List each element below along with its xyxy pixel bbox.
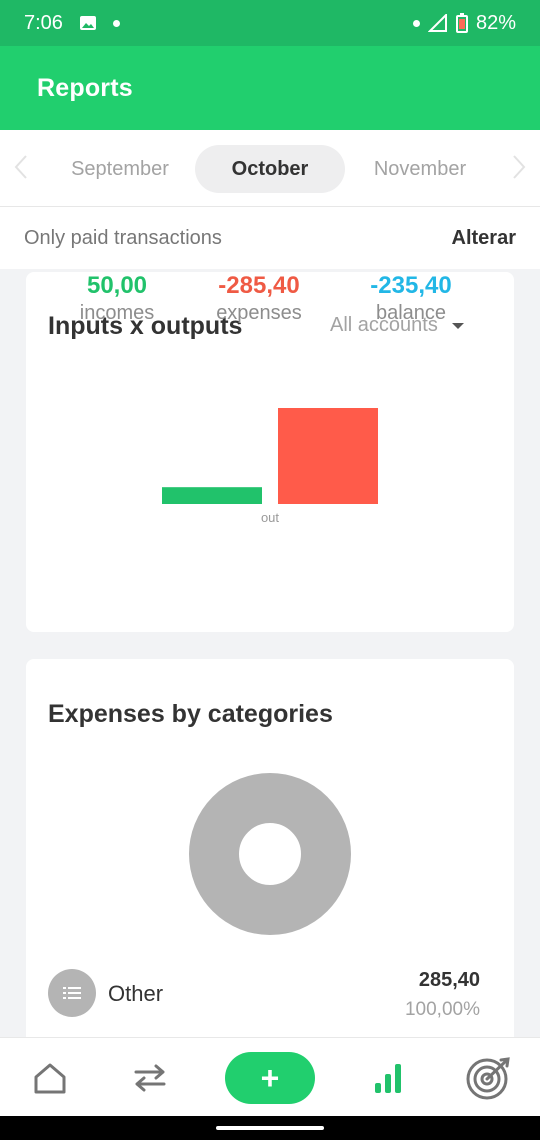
- signal-icon: [427, 14, 447, 32]
- add-transaction-button[interactable]: +: [225, 1052, 315, 1104]
- transfer-icon: [134, 1064, 166, 1091]
- status-time: 7:06: [24, 11, 63, 34]
- expenses-categories-title: Expenses by categories: [48, 700, 333, 728]
- reports-icon: [375, 1063, 401, 1093]
- filter-label: Only paid transactions: [24, 226, 222, 249]
- bar-incomes: [162, 487, 262, 504]
- battery-percent: 82%: [475, 11, 516, 34]
- category-value: 285,40: [418, 969, 480, 991]
- month-selector: September October November: [0, 130, 540, 207]
- expenses-value: -285,40: [218, 272, 300, 299]
- battery-icon: [455, 13, 468, 33]
- notification-dot-icon: [112, 19, 120, 27]
- balance-stat: -235,40 balance: [336, 272, 486, 325]
- inputs-outputs-card: Inputs x outputs All accounts out 50,00 …: [26, 272, 514, 632]
- filter-change-button[interactable]: Alterar: [452, 227, 516, 250]
- incomes-value: 50,00: [86, 272, 148, 299]
- nav-goals[interactable]: [458, 1038, 522, 1117]
- nav-transactions[interactable]: [120, 1038, 180, 1117]
- image-notification-icon: [79, 14, 97, 32]
- chevron-left-icon[interactable]: [14, 154, 28, 187]
- category-row-other[interactable]: Other 285,40 100,00%: [48, 969, 492, 1029]
- filter-row: Only paid transactions Alterar: [0, 207, 540, 269]
- home-indicator[interactable]: [216, 1126, 324, 1130]
- x-tick-label: out: [261, 510, 279, 525]
- home-icon: [34, 1063, 66, 1093]
- expenses-donut-chart: [189, 773, 351, 935]
- category-percent: 100,00%: [404, 999, 480, 1020]
- expenses-categories-card: Expenses by categories Other 285,40 100,…: [26, 659, 514, 1049]
- bar-expenses: [278, 408, 378, 504]
- donut-slice-other: [189, 773, 351, 935]
- month-current[interactable]: October: [195, 145, 345, 193]
- goals-icon: [466, 1056, 510, 1099]
- nav-reports[interactable]: [358, 1038, 418, 1117]
- gesture-bar: [0, 1116, 540, 1140]
- balance-label: balance: [375, 302, 447, 324]
- bottom-nav: +: [0, 1037, 540, 1116]
- status-dot-icon: [412, 19, 420, 27]
- expenses-label: expenses: [216, 302, 302, 324]
- category-label: Other: [108, 981, 164, 1006]
- incomes-stat: 50,00 incomes: [42, 272, 192, 325]
- page-title: Reports: [37, 73, 133, 102]
- month-next[interactable]: November: [350, 145, 490, 193]
- nav-home[interactable]: [20, 1038, 80, 1117]
- inputs-outputs-chart: out: [162, 408, 378, 525]
- status-bar: 7:06 82%: [0, 0, 540, 46]
- balance-value: -235,40: [370, 272, 452, 299]
- month-prev[interactable]: September: [50, 145, 190, 193]
- app-bar: Reports: [0, 46, 540, 130]
- chevron-right-icon[interactable]: [512, 154, 526, 187]
- expenses-stat: -285,40 expenses: [184, 272, 334, 325]
- list-icon: [48, 969, 96, 1017]
- incomes-label: incomes: [79, 302, 155, 324]
